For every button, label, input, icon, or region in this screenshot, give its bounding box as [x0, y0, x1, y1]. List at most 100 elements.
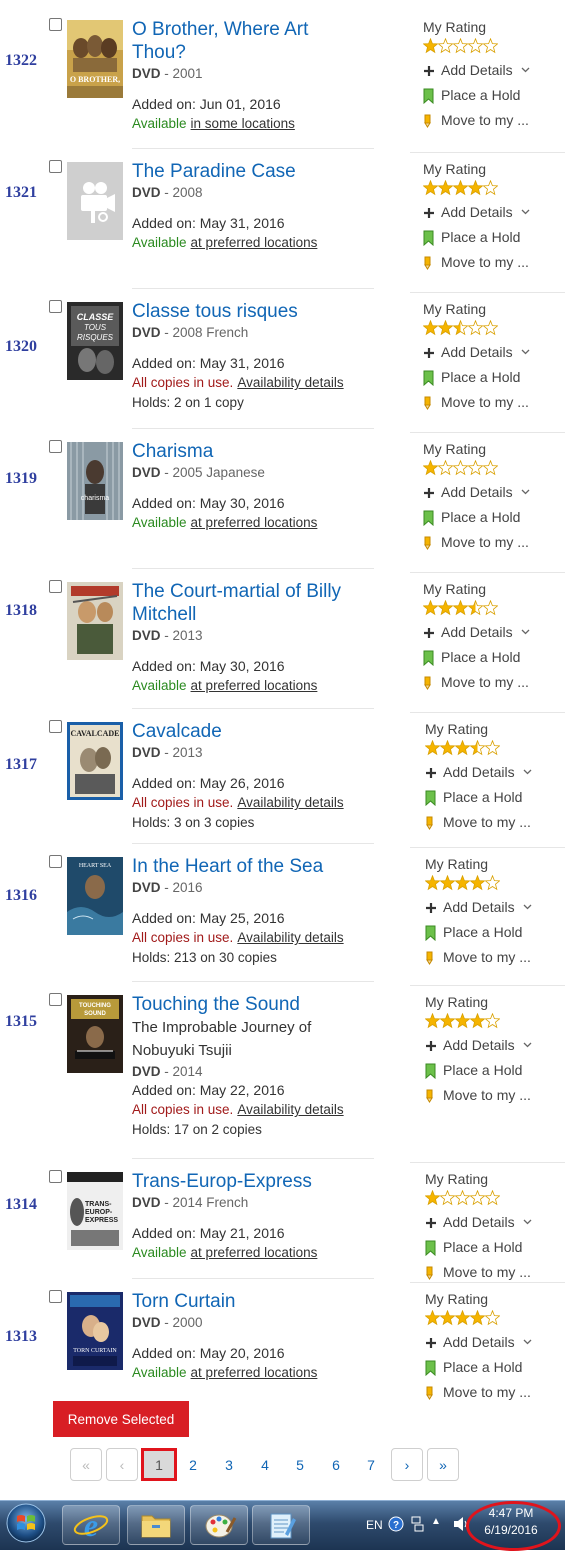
title-link[interactable]: Torn Curtain [132, 1290, 394, 1313]
availability-link[interactable]: Availability details [237, 1102, 343, 1117]
select-checkbox[interactable] [49, 160, 62, 173]
star-icon[interactable] [483, 180, 498, 196]
select-checkbox[interactable] [49, 440, 62, 453]
network-icon[interactable] [410, 1515, 424, 1538]
star-icon[interactable] [453, 180, 468, 196]
paint-taskbar-button[interactable] [190, 1505, 248, 1545]
page-5-link[interactable]: 5 [289, 1448, 311, 1481]
star-icon[interactable] [470, 875, 485, 891]
place-hold-button[interactable]: Place a Hold [423, 369, 565, 386]
cover-image[interactable] [67, 162, 123, 240]
place-hold-button[interactable]: Place a Hold [425, 1062, 565, 1079]
star-icon[interactable] [455, 1013, 470, 1029]
star-rating[interactable] [423, 460, 565, 478]
star-icon[interactable] [468, 320, 483, 336]
star-icon[interactable] [440, 1013, 455, 1029]
select-checkbox[interactable] [49, 720, 62, 733]
availability-link[interactable]: at preferred locations [191, 1245, 318, 1260]
star-icon[interactable] [438, 180, 453, 196]
place-hold-button[interactable]: Place a Hold [423, 229, 565, 246]
star-rating[interactable] [425, 1190, 565, 1208]
star-icon[interactable] [483, 38, 498, 54]
move-to-list-button[interactable]: Move to my ... [423, 394, 565, 411]
star-icon[interactable] [470, 1013, 485, 1029]
star-icon[interactable] [485, 1013, 500, 1029]
cover-image[interactable]: TORN CURTAIN [67, 1292, 123, 1370]
availability-link[interactable]: at preferred locations [191, 678, 318, 693]
star-icon[interactable] [423, 460, 438, 476]
place-hold-button[interactable]: Place a Hold [425, 924, 565, 941]
star-icon[interactable] [485, 1190, 500, 1206]
select-checkbox[interactable] [49, 1170, 62, 1183]
move-to-list-button[interactable]: Move to my ... [425, 949, 565, 966]
star-icon[interactable] [483, 600, 498, 616]
availability-link[interactable]: at preferred locations [191, 235, 318, 250]
page-6-link[interactable]: 6 [325, 1448, 347, 1481]
cover-image[interactable]: charisma [67, 442, 123, 520]
cover-image[interactable]: CLASSE TOUS RISQUES [67, 302, 123, 380]
page-1-current[interactable]: 1 [141, 1448, 177, 1481]
star-icon[interactable] [455, 1190, 470, 1206]
add-details-button[interactable]: Add Details [425, 1214, 565, 1231]
star-icon[interactable] [440, 875, 455, 891]
cover-image[interactable]: O BROTHER, [67, 20, 123, 98]
title-link[interactable]: In the Heart of the Sea [132, 855, 394, 878]
star-icon[interactable] [485, 740, 500, 756]
add-details-button[interactable]: Add Details [423, 204, 565, 221]
star-icon[interactable] [440, 1310, 455, 1326]
cover-image[interactable] [67, 582, 123, 660]
title-link[interactable]: Classe tous risques [132, 300, 394, 323]
availability-link[interactable]: Availability details [237, 375, 343, 390]
add-details-button[interactable]: Add Details [425, 899, 565, 916]
title-link[interactable]: Touching the Sound [132, 993, 394, 1016]
title-link[interactable]: The Paradine Case [132, 160, 394, 183]
add-details-button[interactable]: Add Details [423, 62, 565, 79]
add-details-button[interactable]: Add Details [425, 1334, 565, 1351]
notepad-taskbar-button[interactable] [252, 1505, 310, 1545]
place-hold-button[interactable]: Place a Hold [425, 789, 565, 806]
cover-image[interactable]: TRANS- EUROP- EXPRESS [67, 1172, 123, 1250]
star-icon[interactable] [470, 1310, 485, 1326]
star-icon[interactable] [483, 460, 498, 476]
title-link[interactable]: Trans-Europ-Express [132, 1170, 394, 1193]
star-icon[interactable] [483, 320, 498, 336]
select-checkbox[interactable] [49, 855, 62, 868]
title-link[interactable]: Cavalcade [132, 720, 394, 743]
add-details-button[interactable]: Add Details [425, 1037, 565, 1054]
star-icon[interactable] [423, 600, 438, 616]
star-rating[interactable] [423, 600, 565, 618]
star-rating[interactable] [423, 180, 565, 198]
star-icon[interactable] [485, 875, 500, 891]
star-icon[interactable] [455, 875, 470, 891]
last-page-button[interactable]: » [427, 1448, 459, 1481]
move-to-list-button[interactable]: Move to my ... [423, 112, 565, 129]
star-icon[interactable] [425, 1310, 440, 1326]
select-checkbox[interactable] [49, 300, 62, 313]
star-icon[interactable] [453, 320, 468, 336]
cover-image[interactable]: TOUCHING SOUND [67, 995, 123, 1073]
add-details-button[interactable]: Add Details [425, 764, 565, 781]
star-icon[interactable] [453, 460, 468, 476]
internet-explorer-taskbar-button[interactable]: e [62, 1505, 120, 1545]
previous-page-button[interactable]: ‹ [106, 1448, 138, 1481]
availability-link[interactable]: at preferred locations [191, 515, 318, 530]
language-indicator[interactable]: EN [366, 1518, 383, 1532]
star-icon[interactable] [455, 740, 470, 756]
title-link[interactable]: Charisma [132, 440, 394, 463]
star-rating[interactable] [425, 1310, 565, 1328]
page-7-link[interactable]: 7 [360, 1448, 382, 1481]
star-icon[interactable] [438, 320, 453, 336]
next-page-button[interactable]: › [391, 1448, 423, 1481]
star-icon[interactable] [425, 1190, 440, 1206]
title-link[interactable]: The Court-martial of Billy Mitchell [132, 580, 394, 626]
star-icon[interactable] [423, 180, 438, 196]
star-icon[interactable] [468, 600, 483, 616]
cover-image[interactable]: CAVALCADE [67, 722, 123, 800]
availability-link[interactable]: in some locations [191, 116, 295, 131]
star-icon[interactable] [468, 180, 483, 196]
star-icon[interactable] [455, 1310, 470, 1326]
star-icon[interactable] [470, 740, 485, 756]
move-to-list-button[interactable]: Move to my ... [425, 1264, 565, 1281]
help-icon[interactable]: ? [388, 1516, 404, 1537]
select-checkbox[interactable] [49, 993, 62, 1006]
